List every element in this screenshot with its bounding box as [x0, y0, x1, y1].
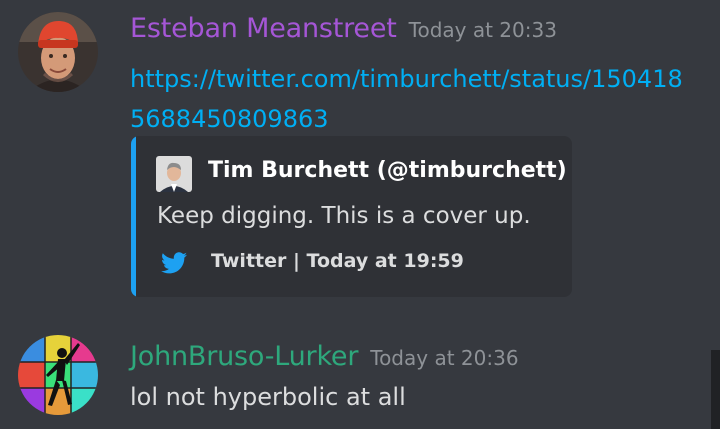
twitter-bird-icon — [161, 252, 187, 274]
tweet-link[interactable]: https://twitter.com/timburchett/status/1… — [130, 59, 690, 139]
embed-description: Keep digging. This is a cover up. — [157, 203, 531, 229]
embed-footer: Twitter | Today at 19:59 — [211, 250, 464, 272]
timestamp: Today at 20:33 — [408, 18, 557, 42]
message-text: lol not hyperbolic at all — [130, 383, 406, 411]
timestamp: Today at 20:36 — [370, 346, 519, 370]
user-avatar[interactable] — [18, 12, 98, 92]
embed-author-name[interactable]: Tim Burchett (@timburchett) — [208, 158, 567, 183]
embed-accent-bar — [131, 136, 136, 297]
embed-author-avatar[interactable] — [156, 156, 192, 192]
username[interactable]: Esteban Meanstreet — [130, 13, 397, 44]
user-avatar[interactable] — [18, 335, 98, 415]
message-header: JohnBruso-Lurker Today at 20:36 — [130, 341, 519, 372]
scrollbar-thumb[interactable] — [711, 350, 720, 429]
message-header: Esteban Meanstreet Today at 20:33 — [130, 13, 557, 44]
tweet-embed: Tim Burchett (@timburchett) Keep digging… — [131, 136, 572, 297]
username[interactable]: JohnBruso-Lurker — [130, 341, 358, 372]
